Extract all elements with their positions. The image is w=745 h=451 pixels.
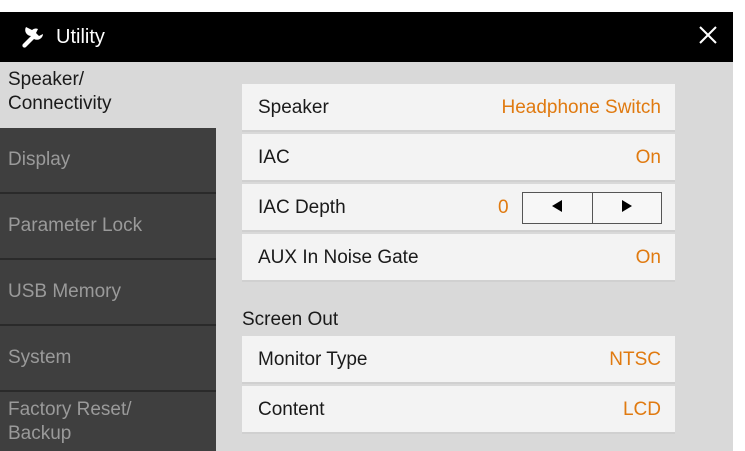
screen-out-heading: Screen Out bbox=[242, 309, 339, 330]
tab-label: Parameter Lock bbox=[8, 215, 143, 236]
iac-row[interactable]: IAC On bbox=[242, 134, 675, 182]
tab-label: Backup bbox=[8, 423, 72, 444]
monitor-type-label: Monitor Type bbox=[258, 349, 368, 370]
tab-label: Speaker/ bbox=[8, 69, 85, 90]
tab-label: Connectivity bbox=[8, 93, 112, 114]
iac-depth-label: IAC Depth bbox=[258, 197, 346, 218]
speaker-value[interactable]: Headphone Switch bbox=[502, 84, 662, 132]
tab-parameter-lock[interactable]: Parameter Lock bbox=[0, 194, 216, 260]
wrench-icon bbox=[20, 24, 46, 50]
sidebar: Speaker/ Connectivity Display Parameter … bbox=[0, 62, 216, 451]
iac-depth-value[interactable]: 0 bbox=[498, 184, 509, 232]
monitor-type-value[interactable]: NTSC bbox=[609, 336, 661, 384]
tab-display[interactable]: Display bbox=[0, 128, 216, 194]
title-bar: Utility bbox=[0, 12, 733, 62]
monitor-type-row[interactable]: Monitor Type NTSC bbox=[242, 336, 675, 384]
tab-usb-memory[interactable]: USB Memory bbox=[0, 260, 216, 326]
content-row[interactable]: Content LCD bbox=[242, 386, 675, 434]
triangle-left-icon bbox=[551, 199, 563, 218]
iac-label: IAC bbox=[258, 147, 290, 168]
tab-label: System bbox=[8, 347, 72, 368]
tab-system[interactable]: System bbox=[0, 326, 216, 392]
decrement-button[interactable] bbox=[523, 193, 592, 223]
speaker-label: Speaker bbox=[258, 97, 329, 118]
aux-noise-gate-row[interactable]: AUX In Noise Gate On bbox=[242, 234, 675, 282]
tab-label: Factory Reset/ bbox=[8, 399, 132, 420]
iac-depth-stepper bbox=[522, 192, 662, 224]
close-button[interactable] bbox=[691, 20, 725, 54]
triangle-right-icon bbox=[621, 199, 633, 218]
aux-noise-gate-value[interactable]: On bbox=[636, 234, 661, 282]
utility-window: Utility Speaker/ Connectivity Display Pa… bbox=[0, 12, 733, 451]
close-icon bbox=[698, 25, 718, 50]
tab-label: Display bbox=[8, 149, 71, 170]
tab-speaker-connectivity[interactable]: Speaker/ Connectivity bbox=[0, 62, 216, 128]
iac-value[interactable]: On bbox=[636, 134, 661, 182]
iac-depth-row: IAC Depth 0 bbox=[242, 184, 675, 232]
increment-button[interactable] bbox=[591, 193, 662, 223]
tab-label: USB Memory bbox=[8, 281, 121, 302]
speaker-row[interactable]: Speaker Headphone Switch bbox=[242, 84, 675, 132]
aux-noise-gate-label: AUX In Noise Gate bbox=[258, 247, 419, 268]
tab-factory-reset-backup[interactable]: Factory Reset/ Backup bbox=[0, 392, 216, 451]
window-title: Utility bbox=[56, 26, 105, 48]
content-label: Content bbox=[258, 399, 325, 420]
content-value[interactable]: LCD bbox=[623, 386, 661, 434]
